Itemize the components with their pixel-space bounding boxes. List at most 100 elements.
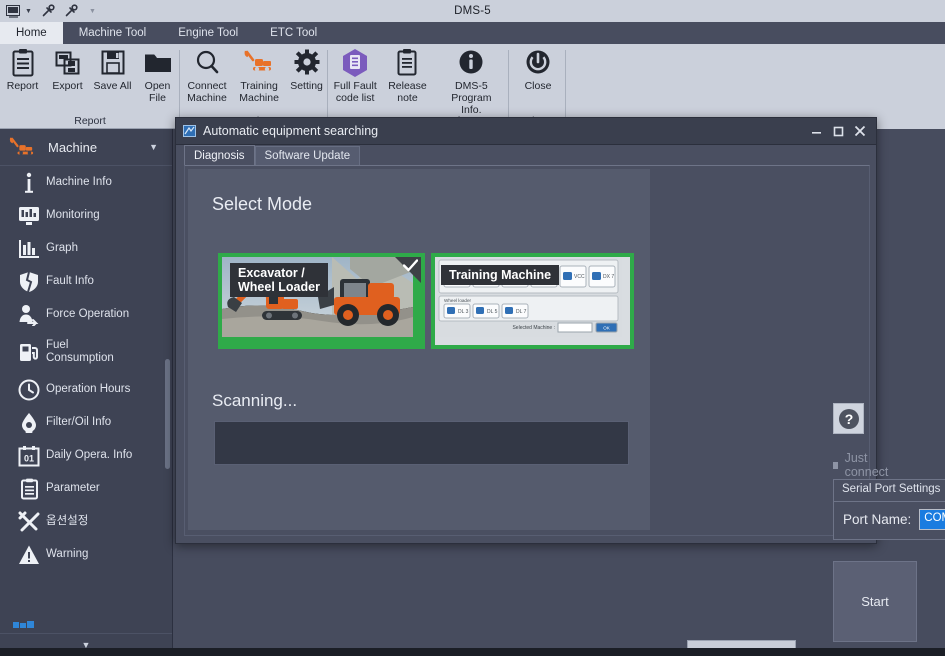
ribbon-button-open-file[interactable]: Open File <box>135 48 180 104</box>
app-title: DMS-5 <box>0 0 945 22</box>
ribbon-button-training-machine[interactable]: Training Machine <box>233 48 285 104</box>
svg-text:Wheel loader: Wheel loader <box>444 298 472 303</box>
mode-card-training-machine[interactable]: DX 3DX 5DX 7 DX MVCCDX 7 Wheel loader <box>431 253 634 349</box>
minimize-icon[interactable] <box>805 118 827 144</box>
warning-triangle-icon <box>12 544 46 566</box>
sidebar-item-machine-info[interactable]: Machine Info <box>0 166 172 199</box>
sidebar-item-option-setting[interactable]: 옵션설정 <box>0 505 172 538</box>
ribbon-button-open-file-label: Open File <box>135 80 180 104</box>
svg-text:DL 5: DL 5 <box>487 309 498 315</box>
ribbon-button-save-all[interactable]: Save All <box>90 48 135 92</box>
automatic-equipment-searching-dialog: Automatic equipment searching Diagnosis … <box>175 117 877 544</box>
just-connect-checkbox[interactable]: Just connect <box>833 451 891 479</box>
check-icon <box>403 259 418 277</box>
info-icon <box>457 48 485 78</box>
sidebar-item-label: 옵션설정 <box>46 515 88 528</box>
ribbon-button-save-all-label: Save All <box>94 80 132 92</box>
oil-drop-icon <box>12 412 46 434</box>
dialog-window-buttons <box>805 118 876 144</box>
ribbon-button-close-label: Close <box>525 80 552 92</box>
tab-software-update[interactable]: Software Update <box>255 146 361 166</box>
bottom-strip <box>0 648 945 656</box>
ribbon-button-export[interactable]: Export <box>45 48 90 92</box>
ribbon-button-release-note[interactable]: Release note <box>381 48 433 104</box>
dialog-tab-bar: Diagnosis Software Update <box>184 145 360 166</box>
ribbon-group-divider <box>508 50 509 120</box>
ribbon-button-program-info[interactable]: DMS-5 Program Info. <box>434 48 509 116</box>
ribbon-tab-etc-tool[interactable]: ETC Tool <box>254 22 333 44</box>
ribbon-button-connect-machine-label: Connect Machine <box>187 80 227 104</box>
power-icon <box>524 48 552 78</box>
help-icon: ? <box>838 408 860 430</box>
port-name-combobox[interactable]: COM1 ▾ <box>919 509 945 530</box>
sidebar-item-operation-hours[interactable]: Operation Hours <box>0 373 172 406</box>
ribbon-tab-engine-tool[interactable]: Engine Tool <box>162 22 254 44</box>
sidebar-item-list: Machine Info Monitoring Graph Fault Info <box>0 166 172 623</box>
sidebar-item-fault-info[interactable]: Fault Info <box>0 265 172 298</box>
group-divider <box>834 501 945 502</box>
sidebar: Machine ▼ Machine Info Monitoring Graph <box>0 129 173 656</box>
sidebar-item-filter-oil-info[interactable]: Filter/Oil Info <box>0 406 172 439</box>
ribbon-button-close[interactable]: Close <box>510 48 566 92</box>
info-i-icon <box>12 172 46 194</box>
ribbon-tab-home[interactable]: Home <box>0 22 63 44</box>
chevron-down-icon[interactable]: ▼ <box>149 142 158 152</box>
port-name-value: COM1 <box>920 510 945 529</box>
svg-text:DX 7: DX 7 <box>603 274 614 280</box>
ribbon-tab-machine-tool[interactable]: Machine Tool <box>63 22 163 44</box>
sidebar-header[interactable]: Machine ▼ <box>0 129 172 166</box>
svg-text:DL 7: DL 7 <box>516 309 527 315</box>
sidebar-footer-icon[interactable] <box>13 616 35 634</box>
sidebar-item-label: Daily Opera. Info <box>46 449 132 462</box>
ribbon-group-setting: Connect Machine Training Machine Setting… <box>181 44 328 128</box>
folder-icon <box>143 48 173 78</box>
fuel-pump-icon <box>12 341 46 363</box>
ribbon-button-release-note-label: Release note <box>388 80 427 104</box>
ribbon-button-program-info-label: DMS-5 Program Info. <box>434 80 509 116</box>
ribbon-button-full-fault-code-list-label: Full Fault code list <box>334 80 377 104</box>
ribbon-button-setting[interactable]: Setting <box>285 48 328 92</box>
clipboard-list-icon <box>12 478 46 500</box>
ribbon-button-report[interactable]: Report <box>0 48 45 92</box>
window-title-bar: ▼ ▼ DMS-5 <box>0 0 945 23</box>
ribbon-group-report-label: Report <box>0 115 180 127</box>
ribbon-button-full-fault-code-list[interactable]: Full Fault code list <box>329 48 381 104</box>
ribbon-group-close: Close Close <box>510 44 566 128</box>
tab-diagnosis[interactable]: Diagnosis <box>184 145 255 166</box>
ribbon-button-connect-machine[interactable]: Connect Machine <box>181 48 233 104</box>
maximize-icon[interactable] <box>827 118 849 144</box>
sidebar-item-label: Force Operation <box>46 308 129 321</box>
sidebar-item-warning[interactable]: Warning <box>0 538 172 571</box>
clock-icon <box>12 379 46 401</box>
excavator-icon <box>8 136 38 158</box>
person-arrow-icon <box>12 304 46 326</box>
excavator-icon <box>243 48 275 78</box>
broken-shield-icon <box>12 271 46 293</box>
sidebar-item-fuel-consumption[interactable]: Fuel Consumption <box>0 331 172 373</box>
port-name-label: Port Name: <box>843 512 911 527</box>
sidebar-item-label: Parameter <box>46 482 100 495</box>
mode-card-excavator-wheel-loader[interactable]: Excavator / Wheel Loader <box>218 253 425 349</box>
select-mode-heading: Select Mode <box>212 194 312 215</box>
sidebar-item-graph[interactable]: Graph <box>0 232 172 265</box>
scanning-result-box[interactable] <box>214 421 629 465</box>
help-button[interactable]: ? <box>833 403 864 434</box>
ribbon-group-report: Report Export Save All Open File <box>0 44 180 128</box>
mode-card-inner: Excavator / Wheel Loader <box>222 257 421 345</box>
sidebar-item-force-operation[interactable]: Force Operation <box>0 298 172 331</box>
start-button[interactable]: Start <box>833 561 917 642</box>
sidebar-item-monitoring[interactable]: Monitoring <box>0 199 172 232</box>
sidebar-item-label: Filter/Oil Info <box>46 416 111 429</box>
sidebar-item-parameter[interactable]: Parameter <box>0 472 172 505</box>
sidebar-item-label: Machine Info <box>46 176 112 189</box>
sidebar-scrollbar-thumb[interactable] <box>165 359 170 469</box>
ribbon-group-divider <box>327 50 328 120</box>
app-window-icon <box>183 125 196 137</box>
mode-card-caption: Training Machine <box>441 265 559 285</box>
serial-port-settings-group: Serial Port Settings Port Name: COM1 ▾ <box>833 479 945 540</box>
sidebar-item-daily-opera-info[interactable]: 01 Daily Opera. Info <box>0 439 172 472</box>
sidebar-item-label: Fault Info <box>46 275 94 288</box>
svg-text:DL 3: DL 3 <box>458 309 469 315</box>
checkbox-box <box>833 462 838 469</box>
close-icon[interactable] <box>849 118 871 144</box>
